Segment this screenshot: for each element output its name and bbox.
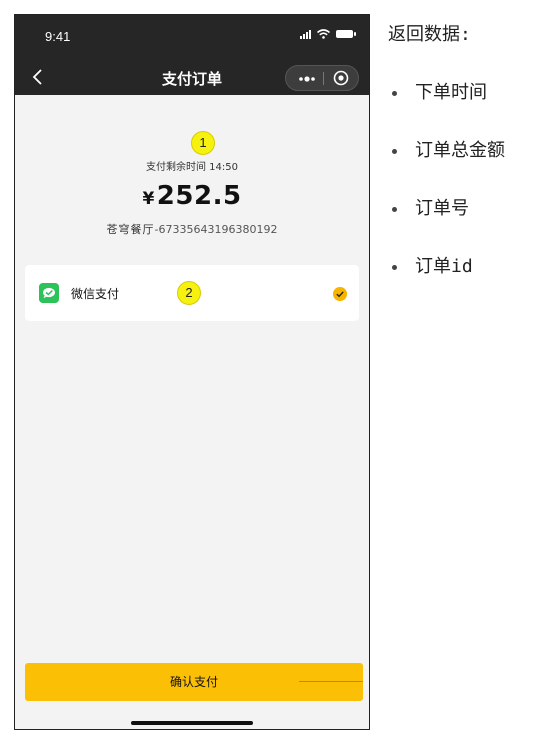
notes-item: 订单总金额 — [388, 136, 505, 162]
nav-bar: 支付订单 — [15, 61, 369, 95]
wechat-pay-icon — [39, 283, 59, 303]
order-number: -67335643196380192 — [154, 223, 278, 236]
more-dots-icon[interactable] — [294, 69, 320, 87]
bullet-icon — [392, 148, 397, 154]
notes-item-label: 订单总金额 — [415, 140, 505, 161]
target-close-icon[interactable] — [329, 69, 353, 87]
notes-title: 返回数据: — [388, 24, 471, 45]
battery-icon — [336, 30, 356, 38]
bullet-icon — [392, 90, 397, 96]
status-bar: 9:41 — [15, 15, 369, 61]
notes-item-label: 下单时间 — [415, 82, 487, 103]
remaining-value: 14:50 — [209, 162, 238, 173]
annotation-line — [299, 681, 363, 682]
order-info: 苍穹餐厅-67335643196380192 — [15, 221, 369, 237]
notes-item: 订单id — [388, 252, 473, 278]
check-circle-icon — [333, 287, 347, 301]
home-indicator — [131, 721, 253, 725]
phone-screen: 9:41 支付订单 1 支付剩余时间 14:50 ¥252.5 苍穹餐厅-673… — [14, 14, 370, 730]
signal-icon — [300, 29, 311, 39]
confirm-payment-button[interactable]: 确认支付 — [25, 663, 363, 701]
status-time: 9:41 — [45, 29, 71, 44]
amount-value: 252.5 — [156, 181, 242, 211]
bullet-icon — [392, 206, 397, 212]
currency-symbol: ¥ — [142, 189, 155, 209]
notes-item-label: 订单id — [415, 256, 473, 277]
remaining-time: 支付剩余时间 14:50 — [15, 158, 369, 173]
notes-item: 下单时间 — [388, 78, 487, 104]
payment-method-wechat[interactable]: 微信支付 2 — [25, 265, 359, 321]
remaining-label: 支付剩余时间 — [145, 162, 206, 173]
bullet-icon — [392, 264, 397, 270]
capsule-divider — [323, 72, 324, 85]
payment-content: 1 支付剩余时间 14:50 ¥252.5 苍穹餐厅-6733564319638… — [15, 95, 369, 729]
mini-program-capsule — [285, 65, 359, 91]
wifi-icon — [317, 29, 330, 39]
order-amount: ¥252.5 — [15, 181, 369, 211]
annotation-marker-2: 2 — [177, 281, 201, 305]
return-data-notes: 返回数据: 下单时间 订单总金额 订单号 订单id — [388, 20, 505, 277]
shop-name: 苍穹餐厅 — [106, 223, 155, 236]
status-icons — [300, 29, 356, 39]
notes-item-label: 订单号 — [415, 198, 469, 219]
notes-item: 订单号 — [388, 194, 469, 220]
annotation-marker-1: 1 — [191, 131, 215, 155]
payment-method-label: 微信支付 — [71, 287, 120, 301]
